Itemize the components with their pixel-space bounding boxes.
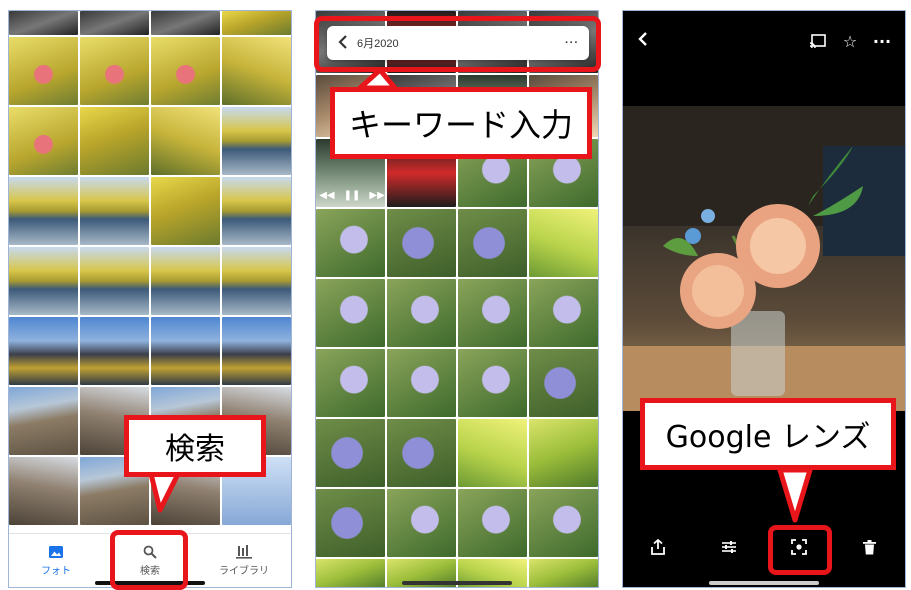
photo-viewer-screen: ☆ ···: [622, 10, 906, 588]
photo-thumbnail[interactable]: [151, 247, 220, 315]
edit-icon[interactable]: [718, 536, 740, 558]
photo-thumbnail[interactable]: [222, 37, 291, 105]
photo-thumbnail[interactable]: [316, 279, 385, 347]
photo-thumbnail[interactable]: [316, 209, 385, 277]
photo-thumbnail[interactable]: [151, 11, 220, 35]
photo-thumbnail[interactable]: [222, 107, 291, 175]
photos-main-screen: フォト 検索 ライブラリ: [8, 10, 292, 588]
flower-photo: [623, 106, 905, 411]
photo-thumbnail[interactable]: [458, 209, 527, 277]
photo-thumbnail[interactable]: [458, 349, 527, 417]
pause-icon[interactable]: ❚❚: [344, 190, 361, 201]
lens-callout: Google レンズ: [640, 398, 896, 470]
photo-thumbnail[interactable]: [529, 279, 598, 347]
more-icon[interactable]: ···: [873, 32, 891, 51]
photo-thumbnail[interactable]: [151, 177, 220, 245]
keyword-callout: キーワード入力: [330, 87, 592, 159]
photo-thumbnail[interactable]: [529, 559, 598, 587]
photo-thumbnail[interactable]: [9, 387, 78, 455]
photo-thumbnail[interactable]: [222, 11, 291, 35]
search-callout: 検索: [124, 415, 266, 477]
photo-thumbnail[interactable]: [387, 349, 456, 417]
cast-icon[interactable]: [809, 32, 827, 50]
photo-thumbnail[interactable]: [316, 559, 385, 587]
photo-thumbnail[interactable]: [80, 317, 149, 385]
nav-library[interactable]: ライブラリ: [197, 534, 291, 587]
photo-thumbnail[interactable]: [9, 37, 78, 105]
nav-library-label: ライブラリ: [219, 565, 269, 577]
photo-thumbnail[interactable]: [387, 209, 456, 277]
photo-thumbnail[interactable]: [529, 209, 598, 277]
previous-icon[interactable]: ◀◀: [319, 190, 334, 201]
share-icon[interactable]: [647, 536, 669, 558]
photo-thumbnail[interactable]: [80, 177, 149, 245]
search-highlight: [110, 530, 188, 590]
viewer-toolbar: ☆ ···: [623, 11, 905, 71]
home-indicator: [709, 581, 819, 585]
photo-thumbnail[interactable]: [387, 419, 456, 487]
photo-thumbnail[interactable]: [387, 279, 456, 347]
trash-icon[interactable]: [859, 536, 881, 558]
nav-photos[interactable]: フォト: [9, 534, 103, 587]
back-icon[interactable]: [637, 31, 649, 51]
photo-thumbnail[interactable]: [529, 349, 598, 417]
photo-thumbnail[interactable]: [222, 177, 291, 245]
photo-thumbnail[interactable]: [458, 279, 527, 347]
media-controls: ◀◀ ❚❚ ▶▶: [318, 176, 386, 214]
library-icon: [235, 544, 253, 559]
photo-thumbnail[interactable]: [80, 11, 149, 35]
home-indicator: [402, 581, 512, 585]
star-icon[interactable]: ☆: [841, 32, 859, 51]
photo-thumbnail[interactable]: [80, 107, 149, 175]
photo-thumbnail[interactable]: [222, 247, 291, 315]
photo-thumbnail[interactable]: [9, 457, 78, 525]
photo-thumbnail[interactable]: [151, 37, 220, 105]
photo-thumbnail[interactable]: [458, 419, 527, 487]
photo-thumbnail[interactable]: [9, 177, 78, 245]
photo-thumbnail[interactable]: [316, 349, 385, 417]
photo-thumbnail[interactable]: [9, 247, 78, 315]
photo-icon: [47, 545, 65, 559]
next-icon[interactable]: ▶▶: [369, 190, 384, 201]
photo-thumbnail[interactable]: [80, 247, 149, 315]
viewer-actions: [623, 527, 905, 567]
photo-thumbnail[interactable]: [316, 419, 385, 487]
photo-thumbnail[interactable]: [151, 317, 220, 385]
photo-thumbnail[interactable]: [529, 489, 598, 557]
photo-thumbnail[interactable]: [529, 419, 598, 487]
photo-thumbnail[interactable]: [9, 11, 78, 35]
nav-photos-label: フォト: [41, 565, 71, 577]
photo-thumbnail[interactable]: [80, 37, 149, 105]
photo-thumbnail[interactable]: [222, 317, 291, 385]
photo-thumbnail[interactable]: [387, 489, 456, 557]
tutorial-figure: フォト 検索 ライブラリ ◀◀ ❚❚ ▶▶ 6月2020 ··· ☆ ··· 検…: [0, 0, 911, 590]
photo-thumbnail[interactable]: [316, 489, 385, 557]
photo-thumbnail[interactable]: [9, 317, 78, 385]
search-field-highlight: [314, 16, 601, 72]
photo-thumbnail[interactable]: [9, 107, 78, 175]
photo-thumbnail[interactable]: [151, 107, 220, 175]
photo-thumbnail[interactable]: [458, 489, 527, 557]
lens-highlight: [768, 525, 832, 575]
